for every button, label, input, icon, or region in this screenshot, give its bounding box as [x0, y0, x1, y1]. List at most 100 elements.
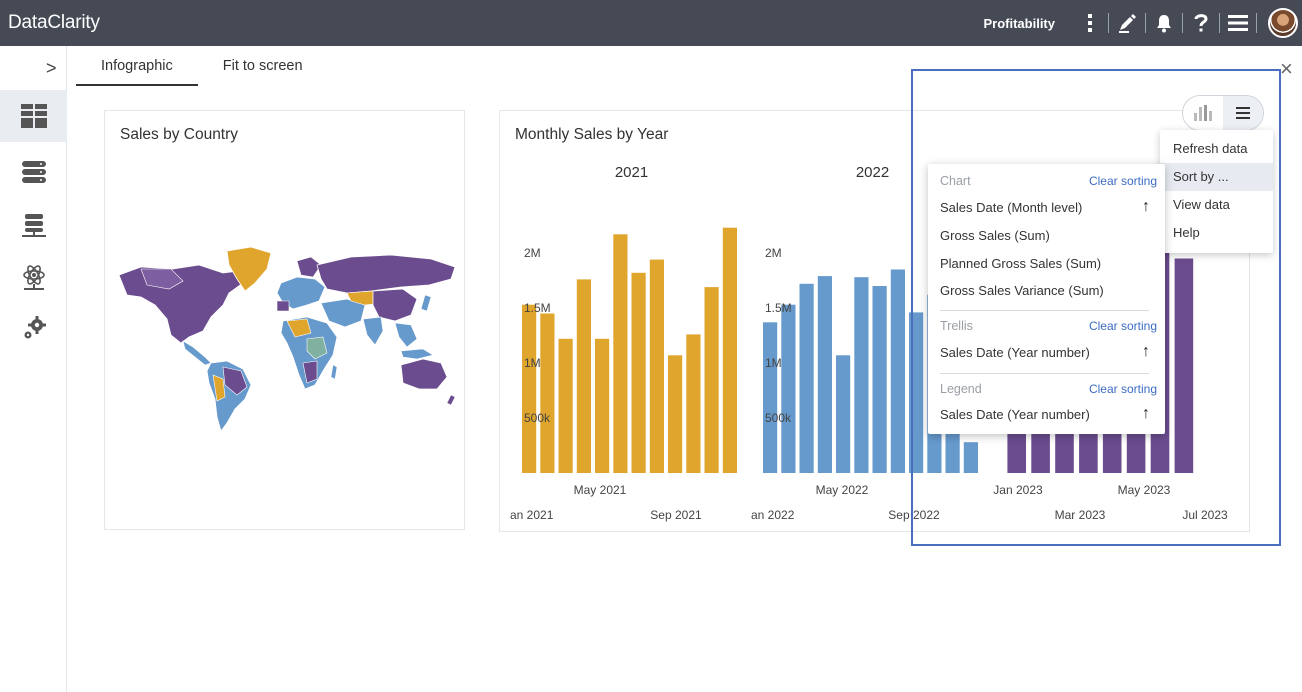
sort-option-label: Gross Sales Variance (Sum)	[940, 283, 1104, 298]
sidebar-item-models[interactable]	[0, 252, 67, 304]
bar-2021-11[interactable]	[704, 287, 719, 473]
bar-2021-2[interactable]	[540, 313, 555, 474]
x-tick-label: May 2021	[574, 483, 627, 497]
clear-sorting-link[interactable]: Clear sorting	[1089, 319, 1157, 333]
x-tick-label: May 2022	[816, 483, 869, 497]
atom-model-icon	[22, 265, 45, 290]
map-region-china	[372, 288, 418, 322]
section-header-trellis: Trellis Clear sorting	[940, 319, 1157, 339]
y-tick-label: 500k	[524, 411, 551, 425]
sort-option-label: Planned Gross Sales (Sum)	[940, 256, 1102, 271]
brand-logo: DataClarity	[8, 12, 100, 33]
sidebar-item-dashboards[interactable]	[0, 90, 67, 142]
sort-option-gross-sales[interactable]: Gross Sales (Sum)	[940, 228, 1157, 248]
map-region-iberia	[276, 300, 290, 312]
sidebar-item-connections[interactable]	[0, 200, 67, 252]
bar-2021-9[interactable]	[668, 355, 683, 473]
clear-sorting-link[interactable]: Clear sorting	[1089, 174, 1157, 188]
sort-ascending-icon[interactable]: ↑	[1142, 405, 1150, 423]
bell-icon[interactable]	[1151, 8, 1177, 38]
map-region-southeast-asia	[394, 322, 418, 348]
map-region-indonesia	[400, 348, 434, 360]
card-title: Sales by Country	[120, 126, 239, 143]
map-region-australia	[400, 358, 448, 390]
section-title: Trellis	[940, 319, 973, 333]
bar-2022-2[interactable]	[781, 304, 796, 473]
sort-option-legend-year[interactable]: Sales Date (Year number) ↑	[940, 405, 1157, 427]
bar-2021-8[interactable]	[649, 259, 664, 473]
map-region-central-america	[182, 340, 212, 366]
bar-2022-8[interactable]	[890, 269, 905, 474]
bar-2022-5[interactable]	[836, 355, 851, 473]
bar-2022-6[interactable]	[854, 277, 869, 473]
sales-by-country-card: Sales by Country	[104, 110, 465, 530]
chart-menu-button[interactable]	[1223, 96, 1263, 130]
vertical-dots-icon[interactable]	[1077, 8, 1103, 38]
y-tick-label: 500k	[765, 411, 792, 425]
sidebar-item-data-sources[interactable]	[0, 146, 67, 198]
map-region-japan	[420, 294, 432, 312]
x-tick-label: an 2021	[510, 508, 554, 522]
hamburger-menu-icon[interactable]	[1225, 8, 1251, 38]
section-title: Chart	[940, 174, 971, 188]
bar-2021-10[interactable]	[686, 334, 701, 473]
sort-option-sales-date-month[interactable]: Sales Date (Month level) ↑	[940, 198, 1157, 220]
settings-gears-icon	[24, 316, 46, 339]
divider	[940, 310, 1149, 311]
chart-type-button[interactable]	[1183, 96, 1223, 130]
section-title: Legend	[940, 382, 982, 396]
clear-sorting-link[interactable]: Clear sorting	[1089, 382, 1157, 396]
help-icon[interactable]	[1188, 8, 1214, 38]
pen-edit-icon[interactable]	[1114, 8, 1140, 38]
menu-item-view-data[interactable]: View data	[1160, 191, 1273, 219]
sort-option-gross-sales-variance[interactable]: Gross Sales Variance (Sum)	[940, 283, 1157, 303]
close-icon[interactable]: ×	[1280, 56, 1293, 82]
x-tick-label: Sep 2021	[650, 508, 702, 522]
sidebar-toggle[interactable]: >	[46, 58, 57, 79]
y-tick-label: 2M	[524, 246, 541, 260]
sort-option-label: Gross Sales (Sum)	[940, 228, 1050, 243]
user-avatar[interactable]	[1268, 8, 1298, 38]
bar-2021-7[interactable]	[631, 272, 646, 473]
divider	[1145, 13, 1146, 33]
map-region-madagascar	[330, 364, 338, 380]
hamburger-menu-icon	[1236, 107, 1250, 119]
trellis-year-label: 2022	[856, 164, 889, 181]
divider	[1182, 13, 1183, 33]
sort-option-trellis-year[interactable]: Sales Date (Year number) ↑	[940, 343, 1157, 365]
section-header-chart: Chart Clear sorting	[940, 174, 1157, 194]
sort-ascending-icon[interactable]: ↑	[1142, 343, 1150, 361]
y-tick-label: 1.5M	[524, 301, 551, 315]
divider	[1256, 13, 1257, 33]
bar-2021-12[interactable]	[722, 227, 737, 473]
view-tabs: Infographic Fit to screen	[76, 46, 328, 86]
context-label[interactable]: Profitability	[983, 16, 1055, 31]
bar-2021-4[interactable]	[576, 279, 591, 473]
menu-item-sort-by[interactable]: Sort by ...	[1160, 163, 1273, 191]
bar-2021-5[interactable]	[595, 338, 610, 473]
map-region-india	[362, 316, 384, 346]
menu-item-refresh-data[interactable]: Refresh data	[1160, 135, 1273, 163]
sort-ascending-icon[interactable]: ↑	[1142, 198, 1150, 216]
dashboard-grid-icon	[20, 104, 47, 128]
bar-2021-6[interactable]	[613, 234, 628, 473]
divider	[940, 373, 1149, 374]
bar-2022-1[interactable]	[763, 322, 778, 473]
sort-option-planned-gross-sales[interactable]: Planned Gross Sales (Sum)	[940, 256, 1157, 276]
tab-fit-to-screen[interactable]: Fit to screen	[198, 46, 328, 86]
bar-2022-3[interactable]	[799, 283, 814, 473]
tab-infographic[interactable]: Infographic	[76, 46, 198, 86]
sidebar-item-settings[interactable]	[0, 302, 67, 354]
x-tick-label: an 2022	[751, 508, 795, 522]
server-network-icon	[21, 214, 46, 237]
chart-context-menu: Refresh data Sort by ... View data Help	[1160, 130, 1273, 253]
divider	[1219, 13, 1220, 33]
y-tick-label: 2M	[765, 246, 782, 260]
world-map[interactable]	[111, 239, 463, 439]
bar-2022-4[interactable]	[817, 276, 832, 473]
y-tick-label: 1M	[524, 356, 541, 370]
bar-2021-1[interactable]	[522, 304, 537, 473]
bar-2022-7[interactable]	[872, 286, 887, 473]
menu-item-help[interactable]: Help	[1160, 219, 1273, 247]
bar-2021-3[interactable]	[558, 338, 573, 473]
